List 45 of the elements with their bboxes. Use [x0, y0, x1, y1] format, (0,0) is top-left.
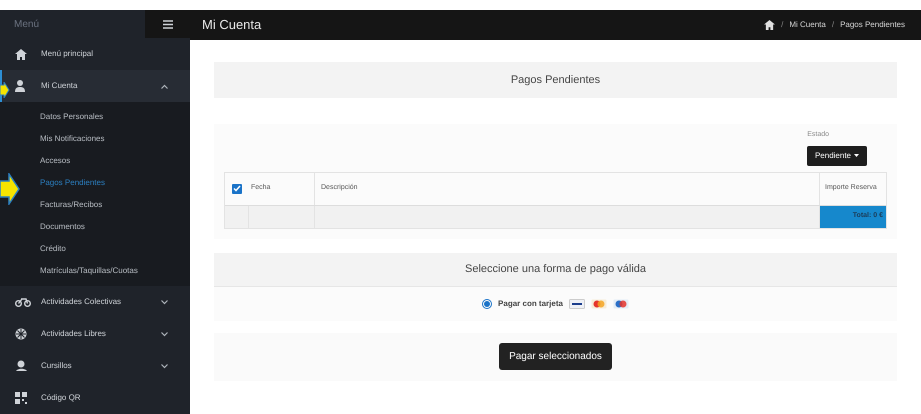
user-icon: [15, 80, 25, 92]
submenu-item[interactable]: Crédito: [40, 238, 66, 260]
radio-button[interactable]: [482, 298, 492, 308]
caret-icon: [854, 154, 859, 157]
sidebar-item[interactable]: Cursillos: [0, 350, 190, 382]
home-icon[interactable]: [764, 20, 776, 30]
menu-button[interactable]: [145, 10, 190, 38]
card-icon: [568, 298, 585, 308]
card-icon: [590, 298, 607, 308]
menu-icon: [162, 20, 172, 28]
pointer-arrow-icon: [0, 173, 20, 205]
breadcrumb-link[interactable]: Pagos Pendientes: [840, 19, 905, 31]
submenu-item[interactable]: Datos Personales: [40, 106, 104, 128]
submenu-item[interactable]: Accesos: [40, 150, 70, 172]
submenu-item[interactable]: Mis Notificaciones: [40, 128, 104, 150]
submenu-item[interactable]: Matrículas/Taquillas/Cuotas: [40, 260, 138, 282]
qr-code-icon: [15, 392, 27, 404]
card-icon: [612, 298, 629, 308]
sidebar-item[interactable]: Actividades Colectivas: [0, 286, 190, 318]
sidebar-item[interactable]: Mi Cuenta: [0, 70, 190, 102]
submenu-item[interactable]: Documentos: [40, 216, 85, 238]
pointer-arrow-icon: [0, 82, 10, 98]
chevron-down-icon: [161, 364, 168, 368]
sidebar-item[interactable]: Actividades Libres: [0, 318, 190, 350]
chevron-down-icon: [161, 332, 168, 336]
breadcrumb-separator: /: [830, 19, 836, 31]
menu-title: Menú: [14, 18, 40, 32]
section-title: Seleccione una forma de pago válida: [464, 262, 646, 277]
select-all-checkbox[interactable]: [232, 184, 242, 194]
ball-icon: [15, 328, 27, 340]
status-dropdown[interactable]: Pendiente: [806, 146, 867, 166]
submenu-item[interactable]: Pagos Pendientes: [40, 172, 105, 194]
sidebar-item[interactable]: Código QR: [0, 382, 190, 414]
submenu-item[interactable]: Facturas/Recibos: [40, 194, 102, 216]
sidebar-item[interactable]: Menú principal: [0, 38, 190, 70]
chevron-down-icon: [161, 300, 168, 304]
chevron-up-icon: [161, 84, 168, 88]
home-icon: [15, 48, 27, 60]
page-title: Mi Cuenta: [202, 16, 262, 34]
pay-selected-button[interactable]: Pagar seleccionados: [499, 343, 612, 370]
breadcrumb-separator: /: [780, 19, 784, 31]
breadcrumb-link[interactable]: Mi Cuenta: [789, 19, 826, 31]
option-label: Pagar con tarjeta: [498, 298, 563, 310]
bicycle-icon: [15, 297, 31, 307]
section-title: Pagos Pendientes: [510, 72, 600, 88]
